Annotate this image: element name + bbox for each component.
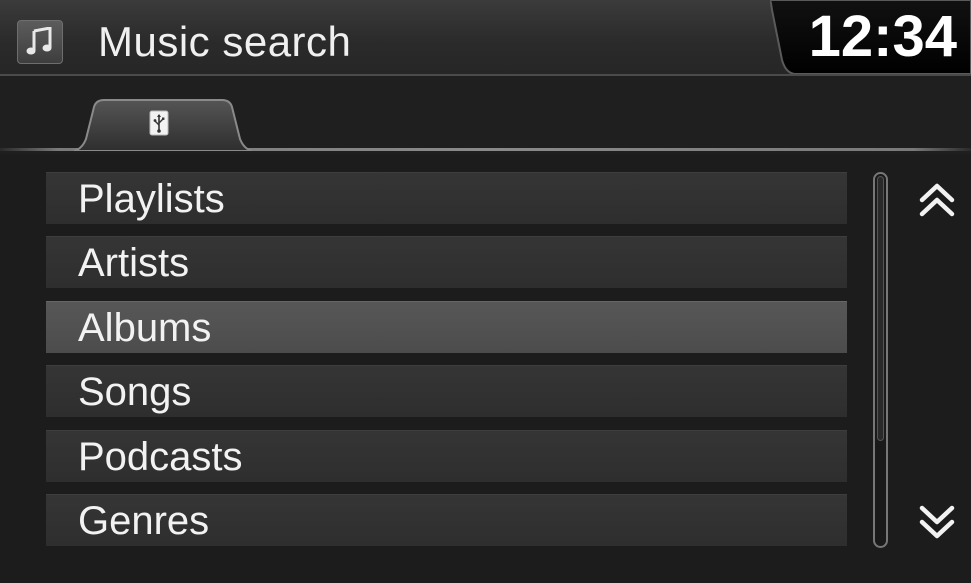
list-item-songs[interactable]: Songs	[46, 365, 847, 417]
list-item-playlists[interactable]: Playlists	[46, 172, 847, 224]
header-bar: Music search 12:34	[0, 0, 971, 76]
list-item-albums[interactable]: Albums	[46, 301, 847, 353]
scrollbar[interactable]	[873, 172, 888, 548]
scrollbar-thumb[interactable]	[877, 176, 884, 441]
double-chevron-down-icon[interactable]	[912, 497, 962, 547]
list-item-podcasts[interactable]: Podcasts	[46, 430, 847, 482]
clock-panel: 12:34	[770, 0, 971, 74]
clock: 12:34	[808, 4, 957, 69]
page-title: Music search	[98, 18, 352, 65]
list-item-label: Songs	[78, 370, 192, 414]
list-item-label: Albums	[78, 306, 212, 350]
usb-icon	[149, 110, 169, 136]
list-item-artists[interactable]: Artists	[46, 236, 847, 288]
double-chevron-up-icon[interactable]	[912, 175, 962, 225]
list-item-genres[interactable]: Genres	[46, 494, 847, 546]
list-item-label: Playlists	[78, 177, 225, 221]
music-note-icon	[17, 20, 63, 64]
list-item-label: Podcasts	[78, 435, 243, 479]
list-item-label: Artists	[78, 241, 190, 285]
tab-usb[interactable]	[73, 99, 253, 152]
music-search-screen: Music search 12:34 Playlists Artists Alb…	[0, 0, 971, 583]
list-item-label: Genres	[78, 499, 210, 543]
